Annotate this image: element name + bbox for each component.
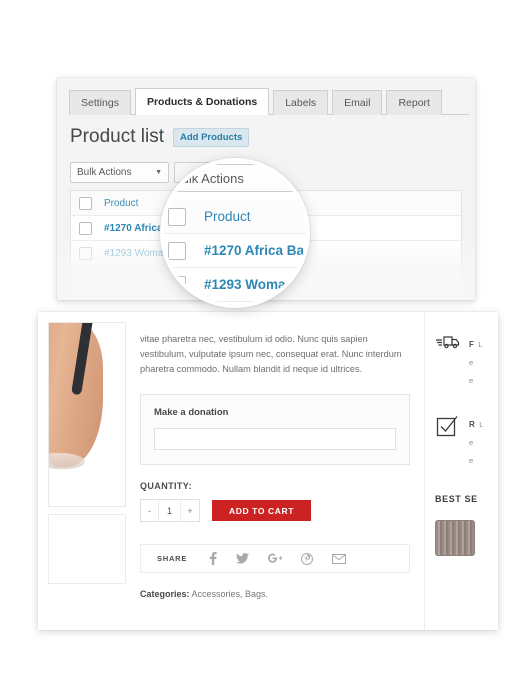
pinterest-icon[interactable] <box>301 552 314 565</box>
magnified-row-checkbox[interactable] <box>168 241 186 260</box>
quantity-decrease-button[interactable]: - <box>141 500 159 521</box>
magnified-product-link[interactable]: #1270 Africa Bag <box>204 243 306 258</box>
magnified-row-checkbox[interactable] <box>168 275 186 294</box>
sidebar-feature-line: e <box>469 376 474 385</box>
google-plus-icon[interactable] <box>268 553 283 564</box>
add-to-cart-button[interactable]: ADD TO CART <box>212 500 311 521</box>
sidebar-feature-title: R <box>469 420 475 429</box>
page-title: Product list <box>70 126 164 147</box>
magnified-table-row[interactable]: #1270 Africa Bag <box>164 234 306 268</box>
share-label: SHARE <box>157 554 188 563</box>
chevron-down-icon: ▼ <box>155 169 162 176</box>
quantity-row: - 1 + ADD TO CART <box>140 499 410 522</box>
tab-labels[interactable]: Labels <box>273 90 329 115</box>
tab-settings[interactable]: Settings <box>69 90 131 115</box>
tab-bar: Settings Products & Donations Labels Ema… <box>69 88 469 115</box>
row-checkbox[interactable] <box>79 246 92 260</box>
product-details: vitae pharetra nec, vestibulum id odio. … <box>126 312 424 630</box>
sidebar-feature-shipping: F L e e <box>435 334 498 388</box>
quantity-increase-button[interactable]: + <box>181 500 199 521</box>
bulk-actions-select[interactable]: Bulk Actions ▼ <box>70 162 169 183</box>
sidebar-feature-text: F L e e <box>469 334 483 388</box>
best-seller-thumbnail[interactable] <box>435 520 475 556</box>
twitter-icon[interactable] <box>236 553 250 564</box>
magnified-product-table: Product #1270 Africa Bag #1293 Woman sui… <box>164 200 306 302</box>
quantity-label: QUANTITY: <box>140 481 192 491</box>
donation-box: Make a donation <box>140 394 410 465</box>
quantity-value[interactable]: 1 <box>159 500 181 521</box>
categories-value[interactable]: Accessories, Bags. <box>192 589 269 599</box>
sidebar-feature-line: L <box>479 420 484 429</box>
magnified-bulk-actions-value: Bulk Actions <box>173 170 244 186</box>
quantity-stepper[interactable]: - 1 + <box>140 499 200 522</box>
sidebar-feature-line: e <box>469 438 474 447</box>
bulk-actions-value: Bulk Actions <box>77 167 132 178</box>
donation-input[interactable] <box>154 428 396 450</box>
tab-email[interactable]: Email <box>332 90 383 115</box>
sidebar-feature-line: e <box>469 358 474 367</box>
add-products-button[interactable]: Add Products <box>172 127 250 147</box>
sidebar-feature-returns: R L e e <box>435 414 498 468</box>
product-page-inner: vitae pharetra nec, vestibulum id odio. … <box>38 312 498 630</box>
product-thumbnail[interactable] <box>48 514 126 584</box>
product-gallery <box>38 312 126 630</box>
facebook-icon[interactable] <box>209 552 217 565</box>
sidebar-feature-line: L <box>478 340 483 349</box>
product-sidebar: F L e e R L e e BEST SE <box>424 312 498 630</box>
checked-box-icon <box>435 414 461 468</box>
bag-base-icon <box>49 453 85 469</box>
page-header: Product list Add Products <box>70 126 250 148</box>
best-sellers-heading: BEST SE <box>435 494 478 504</box>
row-checkbox[interactable] <box>79 271 92 285</box>
share-bar: SHARE <box>140 544 410 573</box>
tab-products-and-donations[interactable]: Products & Donations <box>134 88 270 115</box>
email-icon[interactable] <box>332 553 347 564</box>
sidebar-feature-line: e <box>469 456 474 465</box>
sidebar-feature-title: F <box>469 340 474 349</box>
magnified-table-row[interactable]: #1293 Woman suit <box>164 268 306 302</box>
magnified-product-link[interactable]: #1293 Woman suit <box>204 277 306 292</box>
column-header-product: Product <box>104 197 139 209</box>
categories-line: Categories: Accessories, Bags. <box>140 589 410 599</box>
categories-label: Categories: <box>140 589 190 599</box>
magnified-select-all-checkbox[interactable] <box>168 207 186 226</box>
magnified-column-header-product: Product <box>204 209 251 224</box>
delivery-truck-icon <box>435 334 461 388</box>
magnified-bulk-actions-select[interactable]: Bulk Actions ▼ <box>164 164 299 192</box>
magnifier-lens: Bulk Actions ▼ Product #1270 Africa Bag … <box>160 158 310 308</box>
sidebar-feature-text: R L e e <box>469 414 483 468</box>
row-checkbox[interactable] <box>79 221 92 235</box>
product-main-image[interactable] <box>48 322 126 507</box>
product-page-panel: vitae pharetra nec, vestibulum id odio. … <box>38 312 498 630</box>
donation-title: Make a donation <box>154 407 229 418</box>
select-all-checkbox[interactable] <box>79 196 92 210</box>
product-description: vitae pharetra nec, vestibulum id odio. … <box>140 334 402 374</box>
tab-report[interactable]: Report <box>386 90 442 115</box>
magnified-table-header-row: Product <box>164 200 306 234</box>
chevron-down-icon: ▼ <box>281 173 290 183</box>
